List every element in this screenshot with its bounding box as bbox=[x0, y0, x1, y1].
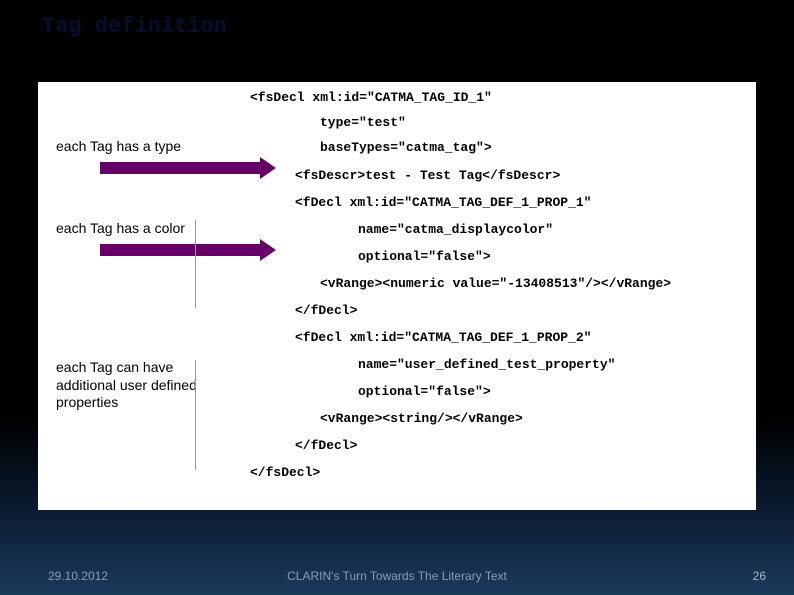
code-line-15: </fsDecl> bbox=[250, 465, 320, 480]
footer-center-text: CLARIN's Turn Towards The Literary Text bbox=[0, 569, 794, 583]
code-line-14: </fDecl> bbox=[295, 438, 357, 453]
bracket-color bbox=[195, 220, 196, 308]
code-line-5: <fDecl xml:id="CATMA_TAG_DEF_1_PROP_1" bbox=[295, 195, 591, 210]
code-line-1: <fsDecl xml:id="CATMA_TAG_ID_1" bbox=[250, 90, 492, 105]
code-line-11: name="user_defined_test_property" bbox=[358, 357, 615, 372]
code-line-3: baseTypes="catma_tag"> bbox=[320, 140, 492, 155]
footer-page-number: 26 bbox=[753, 569, 766, 583]
code-line-4: <fsDescr>test - Test Tag</fsDescr> bbox=[295, 168, 560, 183]
code-line-13: <vRange><string/></vRange> bbox=[320, 411, 523, 426]
code-line-2: type="test" bbox=[320, 115, 406, 130]
annotation-type: each Tag has a type bbox=[56, 138, 196, 156]
slide-title: Tag definition bbox=[42, 14, 227, 39]
code-line-6: name="catma_displaycolor" bbox=[358, 222, 553, 237]
bracket-props bbox=[195, 360, 196, 470]
annotation-color: each Tag has a color bbox=[56, 220, 196, 238]
arrow-color bbox=[100, 244, 260, 256]
code-line-12: optional="false"> bbox=[358, 384, 491, 399]
code-line-9: </fDecl> bbox=[295, 303, 357, 318]
annotation-props: each Tag can have additional user define… bbox=[56, 359, 216, 412]
code-line-7: optional="false"> bbox=[358, 249, 491, 264]
code-line-8: <vRange><numeric value="-13408513"/></vR… bbox=[320, 276, 671, 291]
code-line-10: <fDecl xml:id="CATMA_TAG_DEF_1_PROP_2" bbox=[295, 330, 591, 345]
arrow-type bbox=[100, 162, 260, 174]
